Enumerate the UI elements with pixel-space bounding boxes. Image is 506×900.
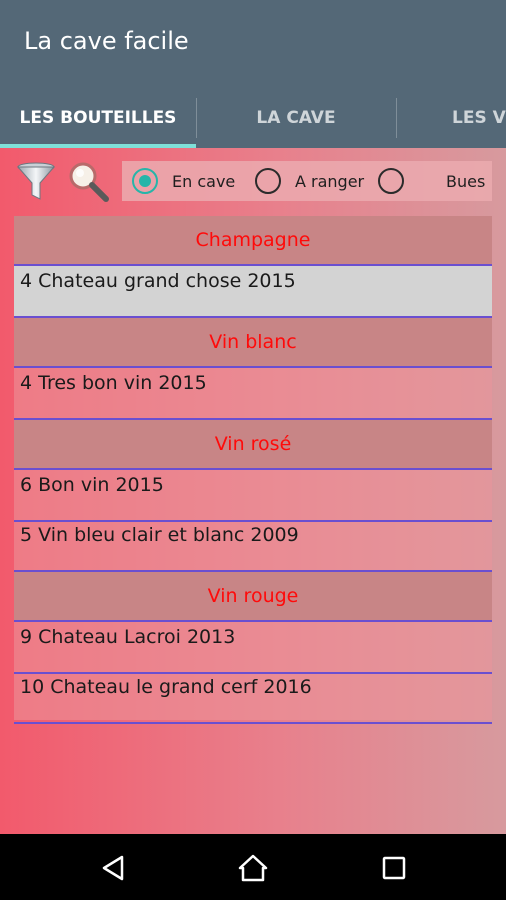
app-title: La cave facile <box>24 27 189 55</box>
radio-a-ranger[interactable]: A ranger <box>255 167 364 195</box>
content-area: En cave A ranger Bues Champagne 4 Chatea… <box>0 148 506 834</box>
home-icon[interactable] <box>237 852 269 884</box>
list-item[interactable]: 6 Bon vin 2015 <box>14 470 492 522</box>
wine-list: Champagne 4 Chateau grand chose 2015 Vin… <box>14 216 492 724</box>
magnifier-icon[interactable] <box>66 159 110 203</box>
radio-label-bues: Bues <box>446 171 486 191</box>
back-triangle-icon[interactable] <box>98 852 130 884</box>
radio-circle-bues[interactable] <box>378 168 404 194</box>
section-header-vin-rose: Vin rosé <box>14 420 492 468</box>
section-header-vin-rouge: Vin rouge <box>14 572 492 620</box>
list-item[interactable]: 4 Tres bon vin 2015 <box>14 368 492 420</box>
filter-radio-group: En cave A ranger Bues <box>122 161 492 201</box>
radio-label-en-cave: En cave <box>172 171 236 191</box>
tab-bar: LES BOUTEILLES LA CAVE LES VI <box>0 88 506 148</box>
list-item[interactable]: 9 Chateau Lacroi 2013 <box>14 622 492 674</box>
list-item[interactable]: 10 Chateau le grand cerf 2016 <box>14 672 492 724</box>
section-header-vin-blanc: Vin blanc <box>14 318 492 366</box>
recents-square-icon[interactable] <box>378 852 410 884</box>
tab-divider <box>396 98 397 138</box>
tab-les-vins[interactable]: LES VI <box>396 88 506 148</box>
radio-bues[interactable]: Bues <box>378 167 485 195</box>
list-item[interactable]: 5 Vin bleu clair et blanc 2009 <box>14 520 492 572</box>
radio-label-a-ranger: A ranger <box>295 171 365 191</box>
radio-circle-en-cave[interactable] <box>132 168 158 194</box>
funnel-icon[interactable] <box>14 159 58 203</box>
section-header-champagne: Champagne <box>14 216 492 264</box>
radio-en-cave[interactable]: En cave <box>132 167 235 195</box>
system-nav-bar <box>0 834 506 900</box>
radio-circle-a-ranger[interactable] <box>255 168 281 194</box>
tab-les-bouteilles[interactable]: LES BOUTEILLES <box>0 88 196 148</box>
tab-la-cave[interactable]: LA CAVE <box>196 88 396 148</box>
list-item[interactable]: 4 Chateau grand chose 2015 <box>14 266 492 318</box>
tab-divider <box>196 98 197 138</box>
app-bar: La cave facile LES BOUTEILLES LA CAVE LE… <box>0 0 506 148</box>
